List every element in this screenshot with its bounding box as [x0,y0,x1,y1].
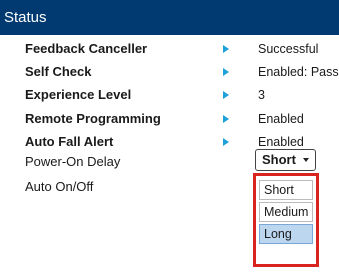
row-label: Auto Fall Alert [25,134,114,149]
row-value: Enabled: Pass [258,65,339,79]
power-on-delay-label: Power-On Delay [25,154,121,169]
auto-on-off-label: Auto On/Off [25,179,94,194]
row-label: Experience Level [25,87,132,102]
option-short[interactable]: Short [259,180,313,200]
row-self-check: Self Check Enabled: Pass [0,61,339,83]
row-label: Feedback Canceller [25,41,148,56]
row-value: 3 [258,88,265,102]
panel-title: Status [4,9,47,26]
caret-down-icon[interactable] [303,158,309,162]
power-on-delay-select[interactable]: Short [255,149,316,171]
option-medium[interactable]: Medium [259,202,313,222]
row-remote-programming: Remote Programming Enabled [0,108,339,130]
triangle-right-icon[interactable] [223,91,229,99]
option-long[interactable]: Long [259,224,313,244]
row-value: Successful [258,42,319,56]
row-label: Remote Programming [25,111,161,126]
triangle-right-icon[interactable] [223,45,229,53]
row-feedback-canceller: Feedback Canceller Successful [0,38,339,60]
row-value: Enabled [258,112,304,126]
triangle-right-icon[interactable] [223,115,229,123]
triangle-right-icon[interactable] [223,138,229,146]
triangle-right-icon[interactable] [223,68,229,76]
row-label: Self Check [25,64,92,79]
status-header: Status [0,0,339,35]
power-on-delay-dropdown: Short Medium Long [253,173,319,267]
select-value: Short [262,152,296,167]
row-experience-level: Experience Level 3 [0,84,339,106]
